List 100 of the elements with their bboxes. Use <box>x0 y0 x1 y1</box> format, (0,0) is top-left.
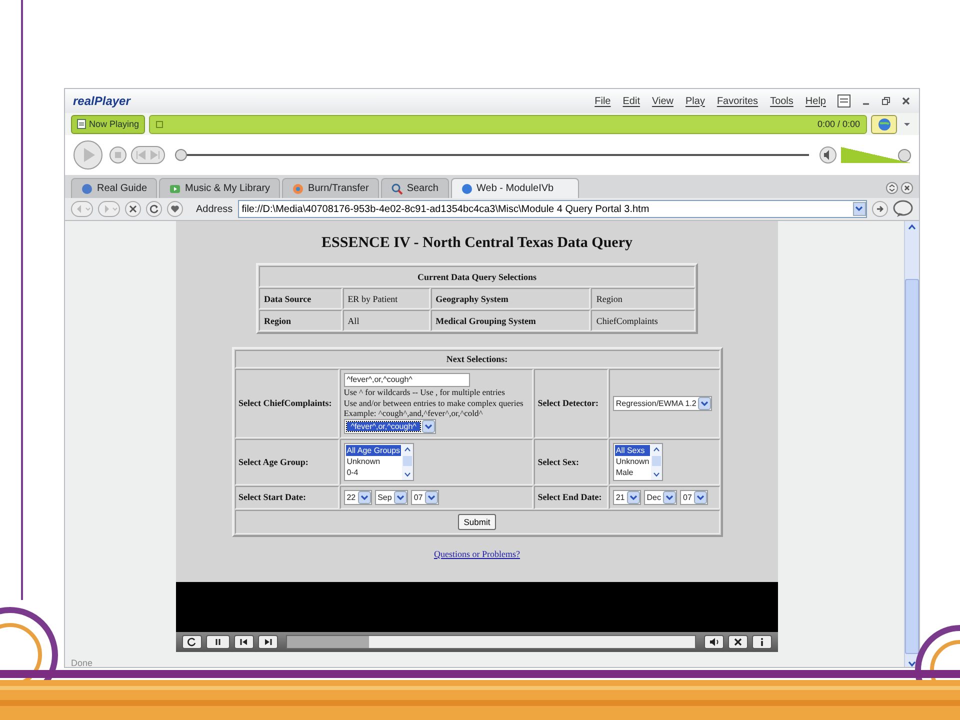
table-cell: All <box>342 310 430 331</box>
restore-icon[interactable] <box>881 96 891 106</box>
age-group-list[interactable]: All Age Groups Unknown 0-4 <box>344 442 414 480</box>
caret-icon <box>394 490 407 504</box>
table-cell: ChiefComplaints <box>591 310 695 331</box>
previous-next-icon[interactable] <box>131 146 165 164</box>
field-label: Select Age Group: <box>234 438 339 484</box>
caret-icon <box>422 420 436 432</box>
help-link[interactable]: Questions or Problems? <box>434 548 520 558</box>
app-logo: realPlayer <box>73 94 130 108</box>
row-label: Region <box>259 310 342 331</box>
menu-item[interactable]: File <box>594 96 612 106</box>
field-label: Select End Date: <box>534 486 608 508</box>
menu-item[interactable]: Help <box>804 96 827 106</box>
menu-item[interactable]: Tools <box>769 96 794 106</box>
speaker-icon[interactable] <box>704 635 724 649</box>
caret-icon <box>626 490 640 504</box>
day-dropdown[interactable]: 21 <box>612 490 641 504</box>
row-label: Medical Grouping System <box>430 310 590 331</box>
tab[interactable]: Burn/Transfer <box>282 178 379 198</box>
mini-player-icon[interactable] <box>837 94 851 108</box>
seek-thumb[interactable] <box>175 149 187 161</box>
now-playing-button[interactable]: Now Playing <box>71 114 146 134</box>
play-icon <box>169 182 182 194</box>
stop-icon[interactable] <box>109 146 127 164</box>
volume-slider[interactable] <box>841 147 911 163</box>
caret-icon <box>694 490 707 504</box>
menu-item[interactable]: View <box>650 96 674 106</box>
day-dropdown[interactable]: 22 <box>344 490 372 504</box>
tab[interactable]: Music & My Library <box>159 178 280 198</box>
caret-icon <box>424 490 438 504</box>
tab[interactable]: Web - ModuleIVb <box>450 178 579 198</box>
sex-list[interactable]: All Sexs Unknown Male <box>612 442 664 480</box>
address-label: Address <box>196 204 233 214</box>
scrollbar-icon <box>651 444 662 480</box>
year-dropdown[interactable]: 07 <box>680 490 708 504</box>
menu-item[interactable]: Play <box>684 96 706 106</box>
table-cell: Region <box>591 288 695 309</box>
year-dropdown[interactable]: 07 <box>410 490 439 504</box>
caret-icon <box>358 490 371 504</box>
tab[interactable]: Real Guide <box>71 178 158 198</box>
search-icon <box>390 182 403 194</box>
close-icon[interactable] <box>901 182 913 194</box>
field-label: Select Start Date: <box>234 486 339 508</box>
globe-button[interactable] <box>871 114 897 134</box>
close-icon[interactable] <box>728 635 748 649</box>
table-heading: Next Selections: <box>234 350 720 368</box>
volume-thumb[interactable] <box>898 149 911 162</box>
globe-icon <box>878 118 890 130</box>
row-label: Data Source <box>259 288 342 309</box>
field-label: Select Detector: <box>534 369 608 438</box>
list-option[interactable]: Unknown <box>346 456 402 466</box>
address-field[interactable]: file://D:\Media\40708176-953b-4e02-8c91-ad1354bc4ca3\Misc\Module 4 Query Portal 3.htm <box>238 200 867 218</box>
close-icon[interactable] <box>901 96 911 106</box>
list-option[interactable]: All Age Groups <box>346 444 402 456</box>
skip-forward-icon[interactable] <box>258 635 278 649</box>
help-text: Use and/or between entries to make complex queries <box>344 398 524 408</box>
submit-button[interactable]: Submit <box>458 514 496 530</box>
menu-item[interactable]: Favorites <box>716 96 760 106</box>
tab[interactable]: Search <box>380 178 448 198</box>
video-progress-track[interactable] <box>286 635 696 649</box>
info-icon[interactable] <box>752 635 772 649</box>
caret-icon <box>698 396 712 410</box>
play-icon[interactable] <box>73 140 105 170</box>
refresh-icon[interactable] <box>146 201 162 217</box>
table-cell: ER by Patient <box>342 288 430 309</box>
field-label: Select ChiefComplaints: <box>234 369 339 438</box>
status-text: Done <box>70 656 94 667</box>
help-text: Example: ^cough^,and,^fever^,or,^cold^ <box>344 408 484 418</box>
scrollbar-icon <box>402 444 414 480</box>
month-dropdown[interactable]: Sep <box>374 490 408 504</box>
list-option[interactable]: Unknown <box>614 456 650 466</box>
go-icon[interactable] <box>872 201 888 217</box>
scroll-tabs-icon[interactable] <box>886 182 898 194</box>
disc-icon <box>292 182 304 194</box>
pause-icon[interactable] <box>206 635 230 649</box>
list-option[interactable]: Male <box>614 466 650 478</box>
field-label: Select Sex: <box>534 438 608 484</box>
replay-icon[interactable] <box>182 635 202 649</box>
complaints-dropdown[interactable]: ^fever^,or,^cough^ <box>344 418 436 434</box>
time-text: 0:00 / 0:00 <box>817 119 860 129</box>
caret-icon <box>663 490 676 504</box>
caret-icon <box>853 202 866 216</box>
page-title: ESSENCE IV - North Central Texas Data Query <box>322 235 632 252</box>
stop-loading-icon[interactable] <box>125 201 141 217</box>
menu-item[interactable]: Edit <box>622 96 641 106</box>
list-option[interactable]: All Sexs <box>614 444 650 456</box>
detector-dropdown[interactable]: Regression/EWMA 1.2 <box>612 396 712 411</box>
globe-icon <box>460 182 472 194</box>
scroll-thumb[interactable] <box>905 279 919 654</box>
complaints-input[interactable]: ^fever^,or,^cough^ <box>344 373 470 387</box>
scrollbar[interactable] <box>904 221 919 667</box>
document-icon <box>77 119 86 129</box>
skip-back-icon[interactable] <box>234 635 254 649</box>
help-text: Use ^ for wildcards -- Use , for multiple entries <box>344 387 506 398</box>
list-option[interactable]: 0-4 <box>346 466 402 478</box>
speaker-icon[interactable] <box>819 146 837 164</box>
month-dropdown[interactable]: Dec <box>644 490 677 504</box>
table-heading: Current Data Query Selections <box>259 266 695 287</box>
row-label: Geography System <box>430 288 590 309</box>
